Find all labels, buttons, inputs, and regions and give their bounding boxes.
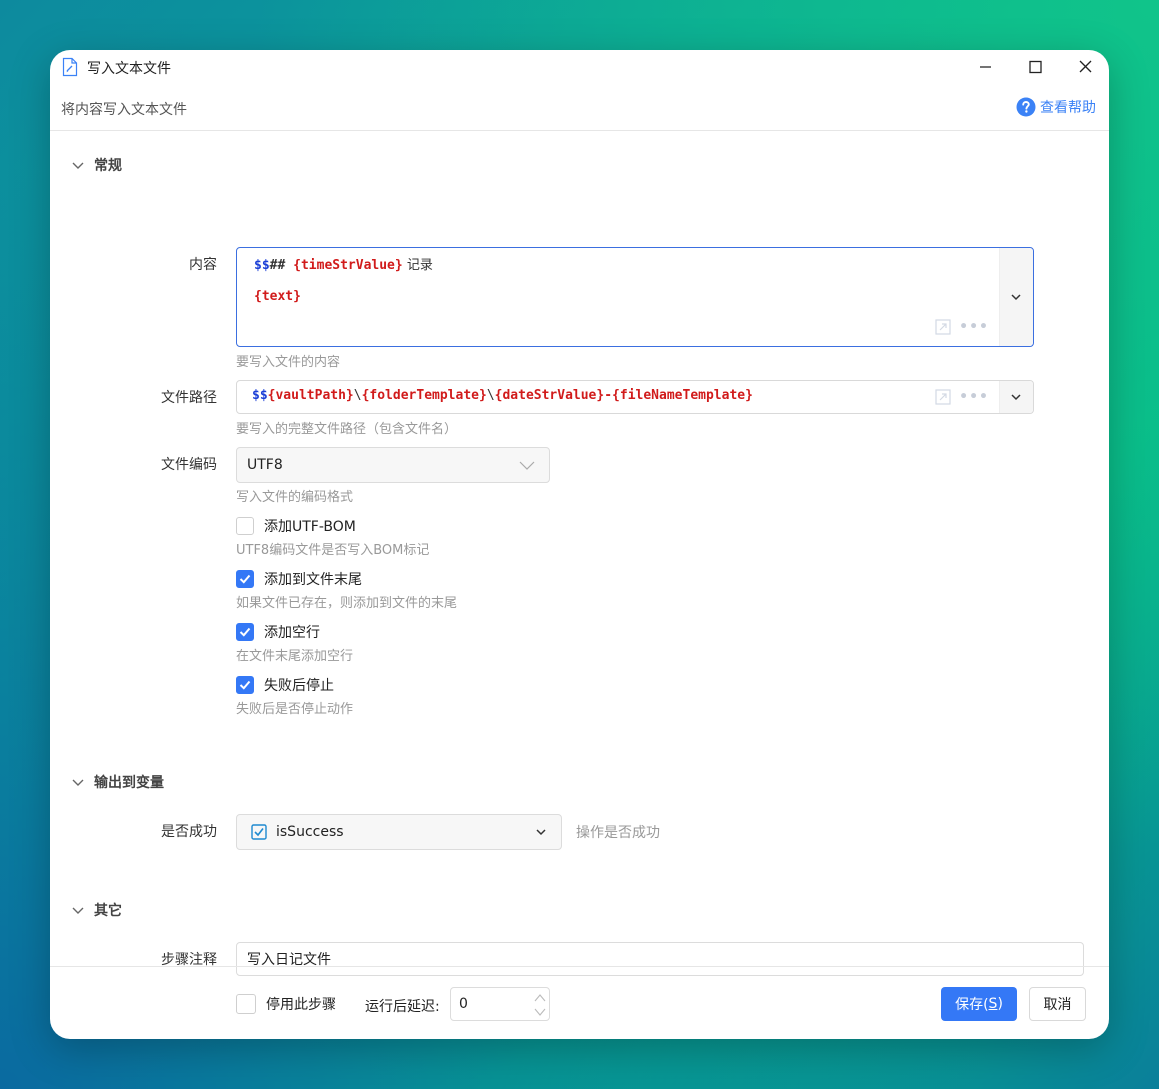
checkbox-hint: 在文件末尾添加空行 (236, 649, 354, 664)
variable-token: {folderTemplate} (361, 388, 487, 403)
delay-value: 0 (459, 996, 468, 1012)
dollar-token: $$ (254, 258, 270, 273)
is-success-select[interactable]: isSuccess (236, 814, 562, 850)
boolean-variable-icon (251, 824, 267, 840)
title-bar: 写入文本文件 (50, 50, 1109, 84)
hash-token: ## (269, 258, 294, 273)
chevron-down-icon (1011, 294, 1021, 301)
window-title: 写入文本文件 (87, 61, 171, 77)
chevron-down-icon (72, 779, 84, 786)
content-editor[interactable]: $$## {timeStrValue} 记录 {text} ••• (236, 247, 1034, 347)
content-dropdown-button[interactable] (999, 248, 1033, 346)
checkbox-hint: UTF8编码文件是否写入BOM标记 (236, 543, 430, 558)
more-icon[interactable]: ••• (959, 319, 989, 335)
dialog-description: 将内容写入文本文件 (61, 102, 187, 118)
question-icon (1016, 97, 1036, 117)
save-label: 保存( (955, 997, 989, 1013)
editor-tools: ••• (935, 319, 989, 335)
variable-token: {timeStrValue} (293, 258, 403, 273)
checkbox-checked-icon (236, 676, 254, 694)
variable-token: {fileNameTemplate} (612, 388, 753, 403)
section-output-header[interactable]: 输出到变量 (70, 772, 164, 792)
close-button[interactable] (1060, 50, 1109, 84)
section-output-title: 输出到变量 (94, 775, 164, 791)
variable-token: {vaultPath} (267, 388, 354, 403)
file-path-value: $${vaultPath}\{folderTemplate}\{dateStrV… (252, 388, 753, 403)
encoding-value: UTF8 (247, 457, 283, 473)
disable-step-checkbox[interactable]: 停用此步骤 (236, 994, 336, 1014)
form-content: 常规 内容 $$## {timeStrValue} 记录 {text} ••• … (50, 130, 1109, 976)
file-path-hint: 要写入的完整文件路径（包含文件名） (236, 422, 458, 437)
cancel-button[interactable]: 取消 (1029, 987, 1086, 1021)
separator-token: - (604, 388, 613, 403)
delay-label: 运行后延迟: (365, 999, 440, 1015)
close-icon (1079, 60, 1092, 73)
checkbox-unchecked-icon (236, 994, 256, 1014)
checkbox-append-to-end[interactable]: 添加到文件末尾 (236, 569, 362, 589)
variable-token: {dateStrValue} (494, 388, 605, 403)
plain-text-token: 记录 (402, 258, 433, 273)
help-link[interactable]: 查看帮助 (1016, 97, 1096, 117)
save-label-close: ) (997, 996, 1003, 1012)
help-label: 查看帮助 (1040, 100, 1096, 116)
encoding-select[interactable]: UTF8 (236, 447, 550, 483)
content-label: 内容 (189, 257, 217, 273)
dialog-window: 写入文本文件 将内容写入文本文件 查看帮助 常规 内容 $$## {timeSt… (50, 50, 1109, 1039)
checkbox-hint: 失败后是否停止动作 (236, 702, 354, 717)
editor-tools: ••• (935, 389, 989, 405)
separator-token: \ (486, 388, 495, 403)
chevron-down-icon (519, 461, 535, 470)
file-path-dropdown-button[interactable] (999, 381, 1033, 413)
more-icon[interactable]: ••• (959, 389, 989, 405)
content-line-1: $$## {timeStrValue} 记录 (254, 254, 433, 273)
variable-token: {text} (254, 289, 301, 304)
maximize-button[interactable] (1010, 50, 1060, 84)
content-hint: 要写入文件的内容 (236, 355, 341, 370)
file-edit-icon (62, 57, 78, 77)
section-general-header[interactable]: 常规 (70, 155, 122, 175)
section-other-title: 其它 (94, 903, 122, 919)
chevron-down-icon (72, 162, 84, 169)
is-success-label: 是否成功 (161, 824, 217, 840)
dollar-token: $$ (252, 388, 268, 403)
dialog-footer: 停用此步骤 运行后延迟: 0 保存(S) 取消 (50, 966, 1109, 1039)
cancel-label: 取消 (1043, 997, 1072, 1013)
section-general-title: 常规 (94, 158, 122, 174)
checkbox-unchecked-icon (236, 517, 254, 535)
checkbox-add-blank-line[interactable]: 添加空行 (236, 622, 320, 642)
checkbox-label: 失败后停止 (264, 678, 334, 694)
separator-token: \ (353, 388, 362, 403)
subtitle-bar: 将内容写入文本文件 查看帮助 (50, 84, 1109, 131)
chevron-down-icon (536, 829, 546, 836)
save-shortcut-key: S (988, 996, 998, 1012)
checkbox-label: 添加到文件末尾 (264, 572, 362, 588)
checkbox-label: 添加UTF-BOM (264, 519, 356, 535)
minimize-icon (980, 66, 991, 68)
spinner-arrows-icon[interactable] (533, 990, 547, 1020)
disable-step-label: 停用此步骤 (266, 997, 336, 1013)
checkbox-utf-bom[interactable]: 添加UTF-BOM (236, 516, 356, 536)
content-line-2: {text} (254, 289, 301, 304)
encoding-hint: 写入文件的编码格式 (236, 490, 354, 505)
checkbox-checked-icon (236, 570, 254, 588)
checkbox-stop-on-failure[interactable]: 失败后停止 (236, 675, 334, 695)
save-button[interactable]: 保存(S) (941, 987, 1017, 1021)
delay-input[interactable]: 0 (450, 987, 550, 1021)
expand-icon[interactable] (935, 319, 951, 335)
is-success-value: isSuccess (276, 824, 344, 840)
maximize-icon (1029, 60, 1042, 74)
minimize-button[interactable] (960, 50, 1010, 84)
file-path-label: 文件路径 (161, 390, 217, 406)
chevron-down-icon (1011, 394, 1021, 401)
expand-icon[interactable] (935, 389, 951, 405)
chevron-down-icon (72, 907, 84, 914)
checkbox-hint: 如果文件已存在，则添加到文件的末尾 (236, 596, 458, 611)
checkbox-label: 添加空行 (264, 625, 320, 641)
file-path-editor[interactable]: $${vaultPath}\{folderTemplate}\{dateStrV… (236, 380, 1034, 414)
encoding-label: 文件编码 (161, 457, 217, 473)
section-other-header[interactable]: 其它 (70, 900, 122, 920)
is-success-hint: 操作是否成功 (576, 825, 660, 841)
checkbox-checked-icon (236, 623, 254, 641)
